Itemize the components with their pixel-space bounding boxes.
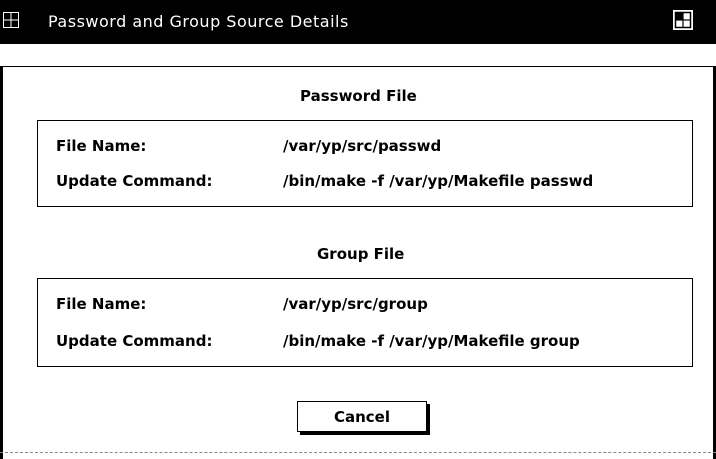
title-bar: Password and Group Source Details	[0, 0, 716, 44]
password-file-box: File Name: /var/yp/src/passwd Update Com…	[37, 120, 693, 207]
group-file-box: File Name: /var/yp/src/group Update Comm…	[37, 278, 693, 367]
password-update-command-value: /bin/make -f /var/yp/Makefile passwd	[283, 172, 594, 190]
maximize-icon[interactable]	[673, 10, 693, 30]
window-left-border	[0, 66, 3, 459]
group-file-name-label: File Name:	[56, 295, 147, 313]
window-title: Password and Group Source Details	[48, 12, 349, 31]
group-update-command-value: /bin/make -f /var/yp/Makefile group	[283, 332, 580, 350]
group-file-heading: Group File	[317, 245, 405, 263]
group-update-command-label: Update Command:	[56, 332, 213, 350]
password-file-name-value: /var/yp/src/passwd	[283, 137, 442, 155]
dialog-header-strip	[0, 44, 716, 67]
password-file-heading: Password File	[300, 87, 417, 105]
window-menu-icon[interactable]	[3, 12, 19, 28]
group-file-name-value: /var/yp/src/group	[283, 295, 428, 313]
cancel-button[interactable]: Cancel	[297, 401, 427, 432]
password-file-name-label: File Name:	[56, 137, 147, 155]
password-update-command-label: Update Command:	[56, 172, 213, 190]
window-bottom-edge	[0, 452, 716, 454]
